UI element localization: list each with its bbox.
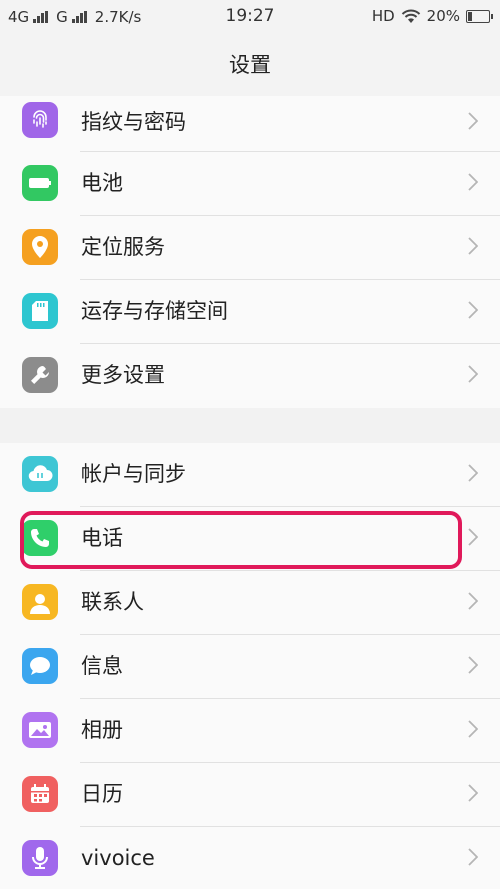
row-fingerprint-password[interactable]: 指纹与密码	[0, 96, 500, 152]
row-label: 日历	[81, 782, 123, 806]
contact-icon	[22, 584, 58, 620]
settings-screen: 4G G 2.7K/s 19:27 HD 20% 设置 指纹与密码 电池 定位服…	[0, 0, 500, 889]
chevron-right-icon	[468, 528, 478, 546]
row-account-sync[interactable]: 帐户与同步	[0, 443, 500, 507]
hd-badge: HD	[371, 7, 395, 25]
row-storage[interactable]: 运存与存储空间	[0, 280, 500, 344]
photo-icon	[22, 712, 58, 748]
chevron-right-icon	[468, 365, 478, 383]
chevron-right-icon	[468, 173, 478, 191]
row-messages[interactable]: 信息	[0, 635, 500, 699]
fingerprint-icon	[22, 102, 58, 138]
row-more-settings[interactable]: 更多设置	[0, 344, 500, 408]
chevron-right-icon	[468, 112, 478, 130]
row-photos[interactable]: 相册	[0, 699, 500, 763]
chevron-right-icon	[468, 592, 478, 610]
row-label: vivoice	[81, 846, 155, 870]
calendar-icon	[22, 776, 58, 812]
page-title: 设置	[0, 34, 500, 97]
row-phone[interactable]: 电话	[0, 507, 500, 571]
battery-icon	[22, 165, 58, 201]
chevron-right-icon	[468, 301, 478, 319]
status-bar: 4G G 2.7K/s 19:27 HD 20%	[0, 0, 500, 34]
chevron-right-icon	[468, 237, 478, 255]
row-label: 运存与存储空间	[81, 299, 228, 323]
settings-group-1: 指纹与密码 电池 定位服务 运存与存储空间 更多设置	[0, 96, 500, 408]
phone-icon	[22, 520, 58, 556]
row-label: 帐户与同步	[81, 462, 186, 486]
chevron-right-icon	[468, 848, 478, 866]
location-pin-icon	[22, 229, 58, 265]
chevron-right-icon	[468, 464, 478, 482]
row-label: 指纹与密码	[81, 110, 186, 134]
wrench-icon	[22, 357, 58, 393]
chevron-right-icon	[468, 656, 478, 674]
message-icon	[22, 648, 58, 684]
battery-status-icon	[466, 9, 493, 23]
row-label: 联系人	[81, 590, 144, 614]
row-label: 信息	[81, 654, 123, 678]
row-battery[interactable]: 电池	[0, 152, 500, 216]
status-right: HD 20%	[371, 7, 493, 25]
row-label: 相册	[81, 718, 123, 742]
cloud-sync-icon	[22, 456, 58, 492]
row-vivoice[interactable]: vivoice	[0, 827, 500, 889]
row-label: 定位服务	[81, 235, 165, 259]
row-label: 更多设置	[81, 363, 165, 387]
chevron-right-icon	[468, 720, 478, 738]
row-location-service[interactable]: 定位服务	[0, 216, 500, 280]
row-calendar[interactable]: 日历	[0, 763, 500, 827]
microphone-icon	[22, 840, 58, 876]
row-contacts[interactable]: 联系人	[0, 571, 500, 635]
battery-percent: 20%	[426, 7, 460, 25]
row-label: 电池	[81, 171, 123, 195]
chevron-right-icon	[468, 784, 478, 802]
sd-card-icon	[22, 293, 58, 329]
settings-group-2: 帐户与同步 电话 联系人 信息 相册 日历 vivoice	[0, 443, 500, 889]
wifi-icon	[401, 9, 420, 23]
row-label: 电话	[81, 526, 123, 550]
